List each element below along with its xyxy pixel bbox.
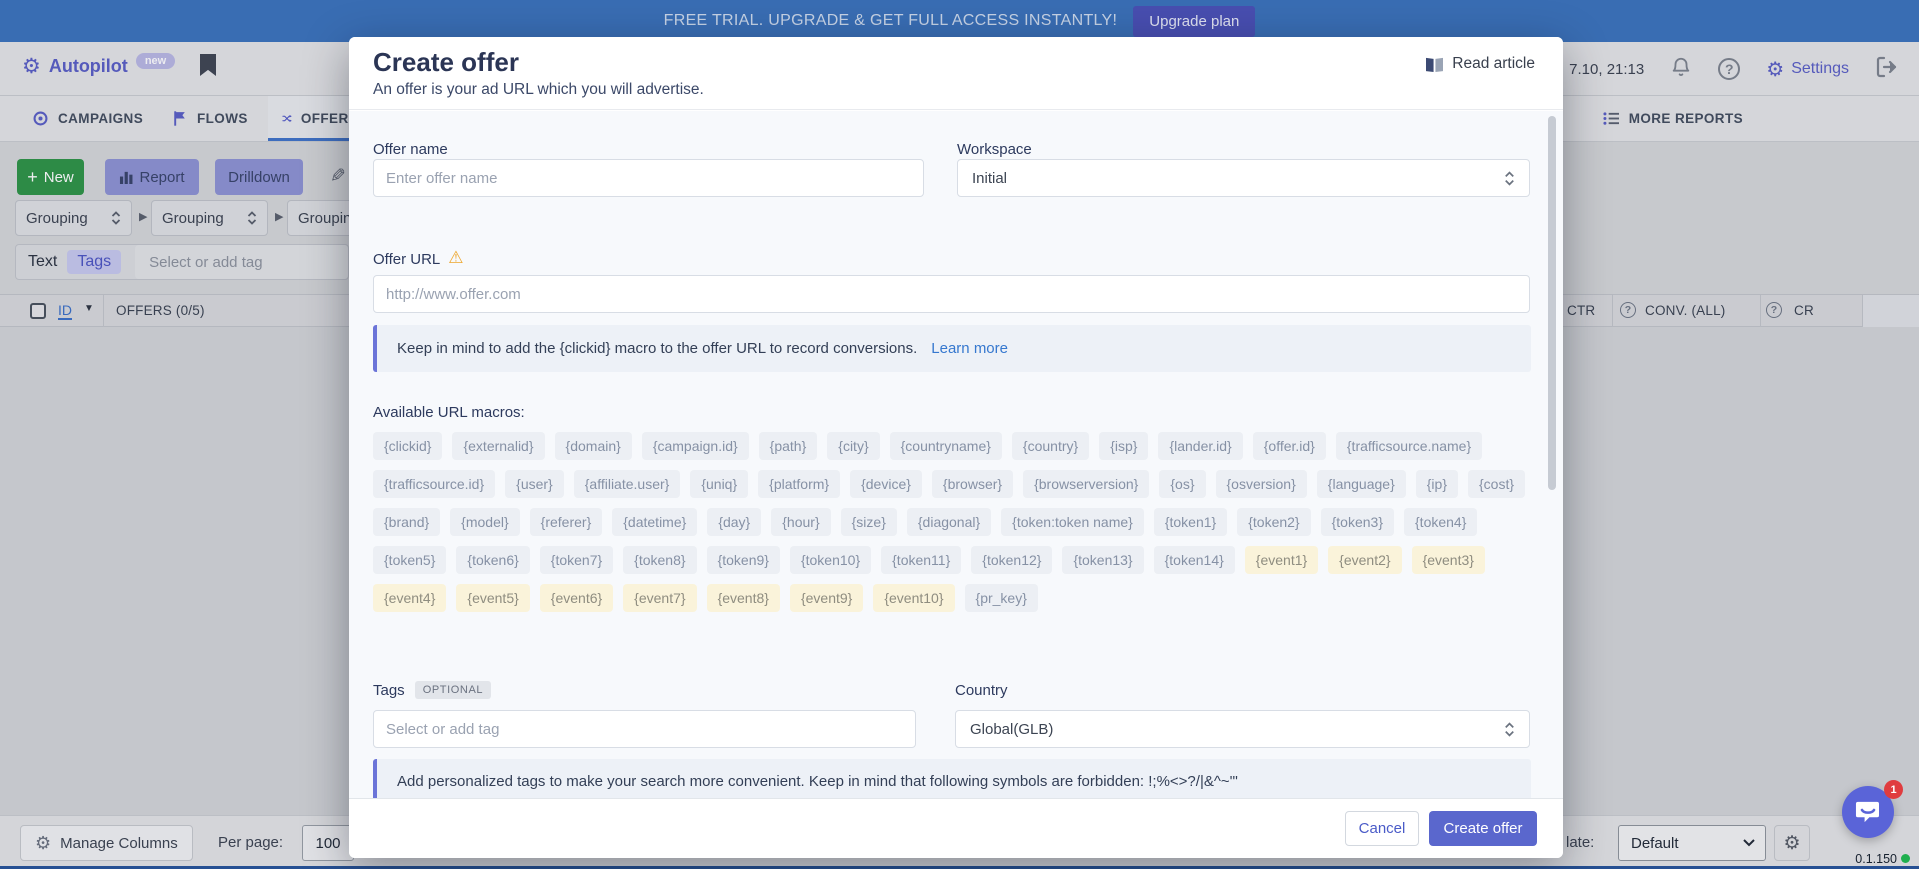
tags-label: TagsOPTIONAL bbox=[373, 682, 491, 699]
status-dot bbox=[1901, 854, 1910, 863]
book-icon bbox=[1425, 56, 1444, 73]
macro-chip[interactable]: {user} bbox=[505, 470, 564, 498]
warning-icon: ⚠ bbox=[448, 248, 463, 268]
macro-chip[interactable]: {ip} bbox=[1416, 470, 1458, 498]
macro-chip[interactable]: {event2} bbox=[1328, 546, 1401, 574]
macro-chip[interactable]: {token5} bbox=[373, 546, 446, 574]
macro-chip[interactable]: {language} bbox=[1317, 470, 1406, 498]
macro-chip[interactable]: {token12} bbox=[971, 546, 1052, 574]
create-offer-button[interactable]: Create offer bbox=[1429, 811, 1537, 846]
macro-chip[interactable]: {event1} bbox=[1245, 546, 1318, 574]
tags-input[interactable] bbox=[373, 710, 916, 748]
create-offer-modal: Create offer An offer is your ad URL whi… bbox=[349, 37, 1563, 858]
macro-chip[interactable]: {token11} bbox=[881, 546, 961, 574]
macro-chip[interactable]: {size} bbox=[841, 508, 897, 536]
macro-chip[interactable]: {token:token name} bbox=[1001, 508, 1144, 536]
macro-chip[interactable]: {lander.id} bbox=[1158, 432, 1242, 460]
macro-chip[interactable]: {token14} bbox=[1154, 546, 1235, 574]
macro-chip[interactable]: {platform} bbox=[758, 470, 840, 498]
macro-chip[interactable]: {token4} bbox=[1404, 508, 1477, 536]
macro-chip[interactable]: {token10} bbox=[790, 546, 871, 574]
app-root: FREE TRIAL. UPGRADE & GET FULL ACCESS IN… bbox=[0, 0, 1919, 869]
macro-chip[interactable]: {model} bbox=[450, 508, 519, 536]
offer-url-input[interactable] bbox=[373, 275, 1530, 313]
macro-chip[interactable]: {osversion} bbox=[1216, 470, 1307, 498]
macro-chip[interactable]: {event4} bbox=[373, 584, 446, 612]
macro-chip[interactable]: {countryname} bbox=[890, 432, 1002, 460]
macro-chip[interactable]: {event3} bbox=[1412, 546, 1485, 574]
modal-subtitle: An offer is your ad URL which you will a… bbox=[373, 81, 704, 99]
version-label: 0.1.150 bbox=[1790, 852, 1910, 866]
macro-chip[interactable]: {event6} bbox=[540, 584, 613, 612]
cancel-button[interactable]: Cancel bbox=[1345, 811, 1419, 846]
modal-title: Create offer bbox=[373, 47, 519, 78]
macros-label: Available URL macros: bbox=[373, 404, 525, 421]
modal-body: Offer name Workspace Initial Offer URL⚠ … bbox=[349, 111, 1563, 798]
macro-chip[interactable]: {event5} bbox=[456, 584, 529, 612]
macro-chip[interactable]: {browserversion} bbox=[1023, 470, 1149, 498]
optional-badge: OPTIONAL bbox=[415, 681, 491, 699]
modal-scrollbar[interactable] bbox=[1548, 116, 1556, 490]
clickid-note: Keep in mind to add the {clickid} macro … bbox=[373, 325, 1531, 372]
macro-chip[interactable]: {path} bbox=[759, 432, 818, 460]
tags-note: Add personalized tags to make your searc… bbox=[373, 759, 1531, 803]
learn-more-link[interactable]: Learn more bbox=[931, 340, 1008, 357]
macro-chip[interactable]: {token9} bbox=[707, 546, 780, 574]
macro-chip[interactable]: {token13} bbox=[1062, 546, 1143, 574]
country-select[interactable]: Global(GLB) bbox=[955, 710, 1530, 748]
macro-chip[interactable]: {cost} bbox=[1468, 470, 1525, 498]
macro-chip[interactable]: {city} bbox=[827, 432, 879, 460]
macro-chip[interactable]: {day} bbox=[707, 508, 761, 536]
macro-chip[interactable]: {campaign.id} bbox=[642, 432, 749, 460]
read-article-link[interactable]: Read article bbox=[1425, 55, 1535, 73]
macro-chip[interactable]: {brand} bbox=[373, 508, 440, 536]
macro-chip-list: {clickid} {externalid} {domain} {campaig… bbox=[373, 432, 1537, 612]
macro-chip[interactable]: {referer} bbox=[530, 508, 603, 536]
chat-unread-badge: 1 bbox=[1884, 780, 1903, 799]
macro-chip[interactable]: {token2} bbox=[1237, 508, 1310, 536]
macro-chip[interactable]: {offer.id} bbox=[1253, 432, 1326, 460]
macro-chip[interactable]: {token1} bbox=[1154, 508, 1227, 536]
macro-chip[interactable]: {externalid} bbox=[452, 432, 544, 460]
macro-chip[interactable]: {clickid} bbox=[373, 432, 442, 460]
macro-chip[interactable]: {trafficsource.id} bbox=[373, 470, 495, 498]
macro-chip[interactable]: {country} bbox=[1012, 432, 1089, 460]
macro-chip[interactable]: {trafficsource.name} bbox=[1336, 432, 1482, 460]
macro-chip[interactable]: {isp} bbox=[1099, 432, 1148, 460]
macro-chip[interactable]: {event8} bbox=[707, 584, 780, 612]
macro-chip[interactable]: {diagonal} bbox=[907, 508, 991, 536]
updown-icon bbox=[1504, 171, 1515, 186]
offer-url-label: Offer URL⚠ bbox=[373, 249, 464, 269]
macro-chip[interactable]: {browser} bbox=[932, 470, 1013, 498]
macro-chip[interactable]: {device} bbox=[850, 470, 922, 498]
macro-chip[interactable]: {affiliate.user} bbox=[574, 470, 681, 498]
updown-icon bbox=[1504, 722, 1515, 737]
macro-chip[interactable]: {hour} bbox=[771, 508, 830, 536]
macro-chip[interactable]: {token3} bbox=[1321, 508, 1394, 536]
workspace-select[interactable]: Initial bbox=[957, 159, 1530, 197]
macro-chip[interactable]: {uniq} bbox=[690, 470, 748, 498]
country-label: Country bbox=[955, 682, 1008, 699]
offer-name-label: Offer name bbox=[373, 141, 448, 158]
modal-footer: Cancel Create offer bbox=[349, 798, 1563, 858]
macro-chip[interactable]: {pr_key} bbox=[965, 584, 1038, 612]
workspace-label: Workspace bbox=[957, 141, 1032, 158]
macro-chip[interactable]: {datetime} bbox=[612, 508, 697, 536]
macro-chip[interactable]: {event9} bbox=[790, 584, 863, 612]
macro-chip[interactable]: {token6} bbox=[456, 546, 529, 574]
macro-chip[interactable]: {domain} bbox=[555, 432, 632, 460]
macro-chip[interactable]: {os} bbox=[1159, 470, 1205, 498]
offer-name-input[interactable] bbox=[373, 159, 924, 197]
chat-icon bbox=[1855, 800, 1881, 824]
macro-chip[interactable]: {token7} bbox=[540, 546, 613, 574]
macro-chip[interactable]: {token8} bbox=[623, 546, 696, 574]
macro-chip[interactable]: {event7} bbox=[623, 584, 696, 612]
macro-chip[interactable]: {event10} bbox=[873, 584, 954, 612]
modal-header: Create offer An offer is your ad URL whi… bbox=[349, 37, 1563, 110]
